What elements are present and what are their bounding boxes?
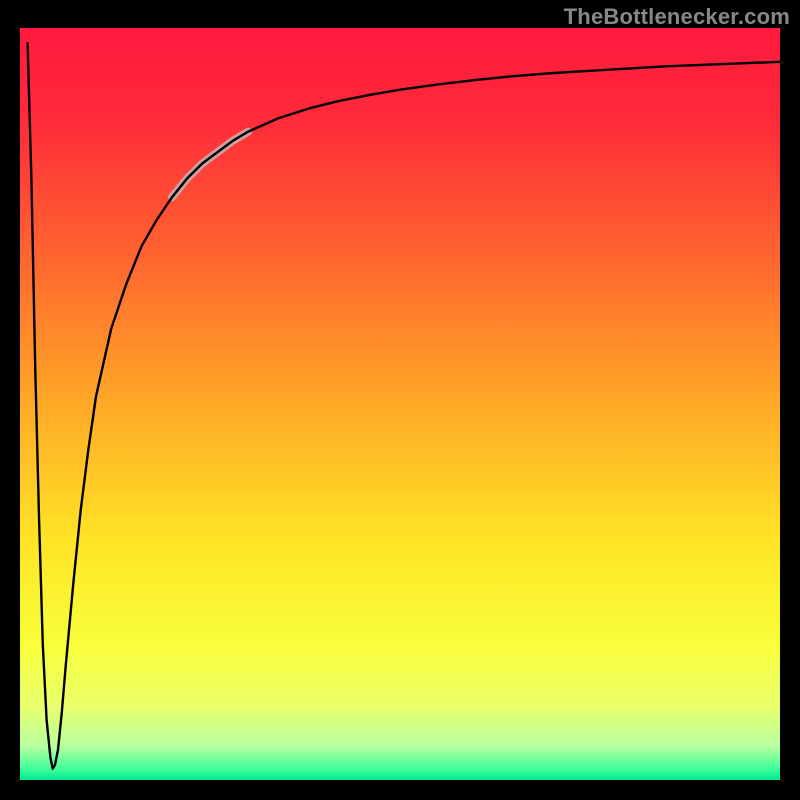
bottleneck-chart — [20, 28, 780, 780]
chart-frame: TheBottlenecker.com — [0, 0, 800, 800]
watermark-label: TheBottlenecker.com — [564, 4, 790, 30]
chart-background — [20, 28, 780, 780]
